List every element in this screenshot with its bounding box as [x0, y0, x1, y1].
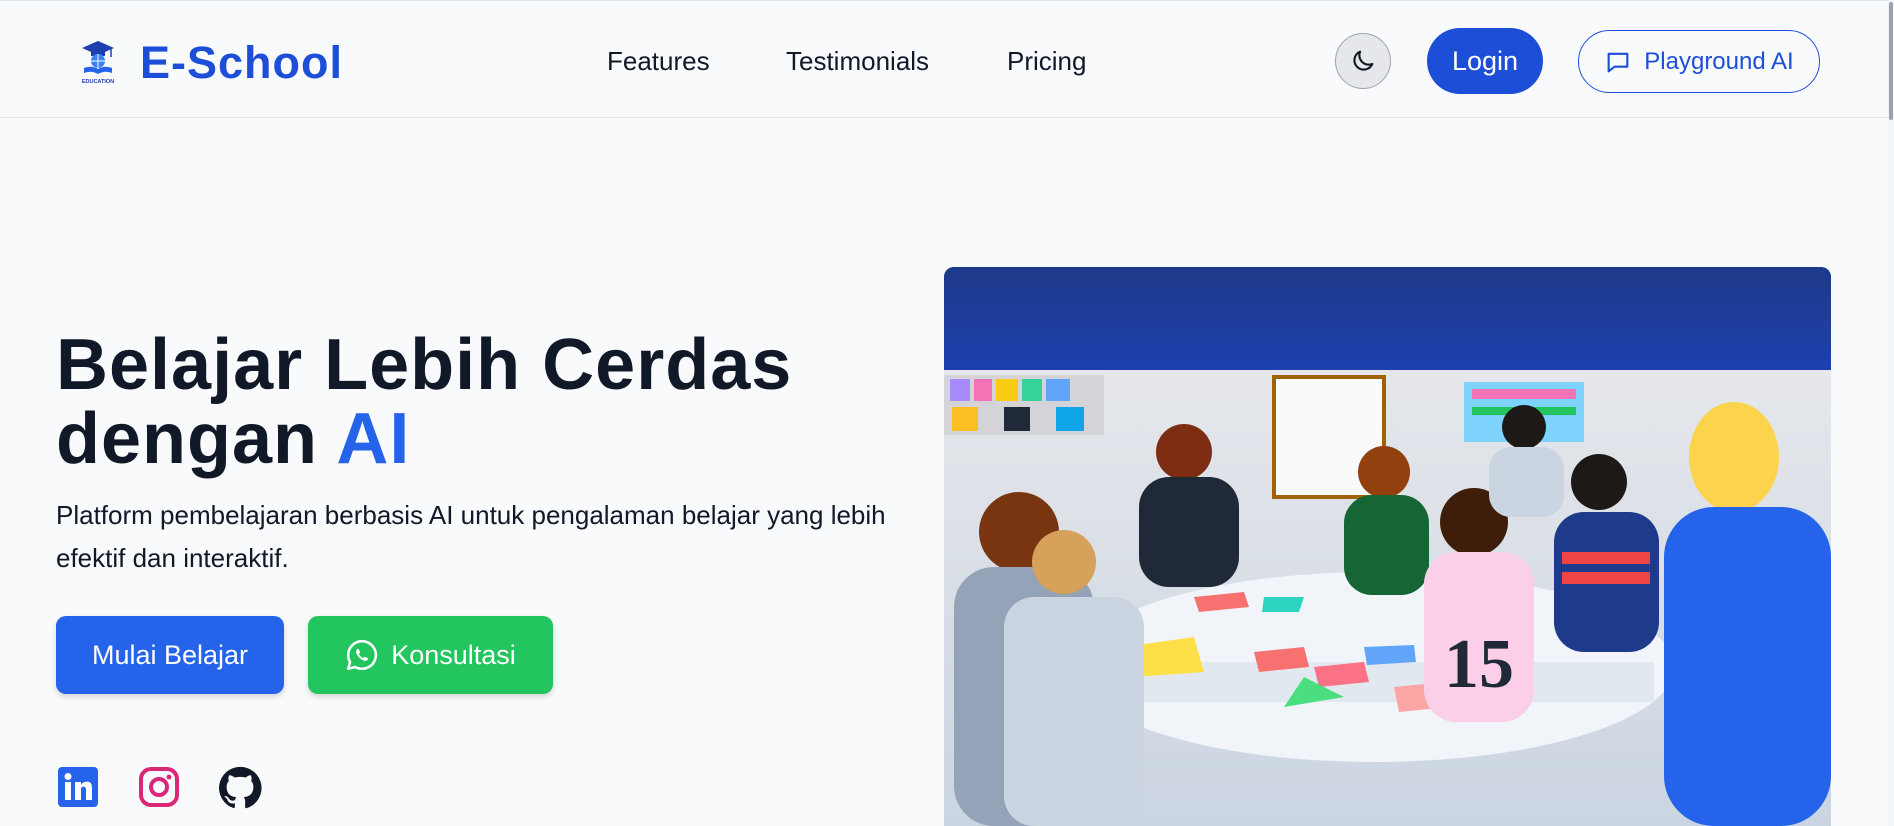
top-navbar: EDUCATION E-School Features Testimonials…: [0, 0, 1894, 118]
chat-bubble-icon: [1607, 52, 1629, 72]
logo-icon[interactable]: EDUCATION: [74, 37, 122, 85]
consultation-button[interactable]: Konsultasi: [308, 616, 553, 694]
brand-name[interactable]: E-School: [140, 37, 343, 89]
login-button[interactable]: Login: [1427, 28, 1543, 94]
hero-subtitle: Platform pembelajaran berbasis AI untuk …: [56, 500, 886, 573]
linkedin-icon[interactable]: [57, 766, 99, 808]
playground-ai-label: Playground AI: [1644, 47, 1794, 75]
hero-title-accent: AI: [336, 399, 411, 479]
logo-caption: EDUCATION: [82, 79, 114, 85]
start-learning-button[interactable]: Mulai Belajar: [56, 616, 284, 694]
page-scrollbar[interactable]: [1888, 0, 1894, 826]
nav-features[interactable]: Features: [607, 45, 710, 77]
hero-title: Belajar Lebih Cerdas dengan AI: [56, 328, 792, 476]
svg-text:15: 15: [1444, 626, 1514, 703]
nav-testimonials[interactable]: Testimonials: [786, 45, 929, 77]
hero-classroom-image: 15: [944, 267, 1831, 826]
instagram-icon[interactable]: [138, 766, 180, 808]
classroom-photo: 15: [944, 267, 1831, 826]
hero-title-prefix: dengan: [56, 399, 319, 479]
playground-ai-button[interactable]: Playground AI: [1578, 30, 1820, 93]
scrollbar-thumb[interactable]: [1889, 2, 1893, 120]
nav-pricing[interactable]: Pricing: [1007, 45, 1086, 77]
github-icon[interactable]: [218, 766, 262, 809]
theme-toggle-button[interactable]: [1335, 33, 1391, 89]
hero-title-line1: Belajar Lebih Cerdas: [56, 325, 793, 405]
whatsapp-icon: [347, 639, 378, 671]
moon-icon: [1353, 50, 1374, 71]
consultation-label: Konsultasi: [391, 639, 516, 670]
